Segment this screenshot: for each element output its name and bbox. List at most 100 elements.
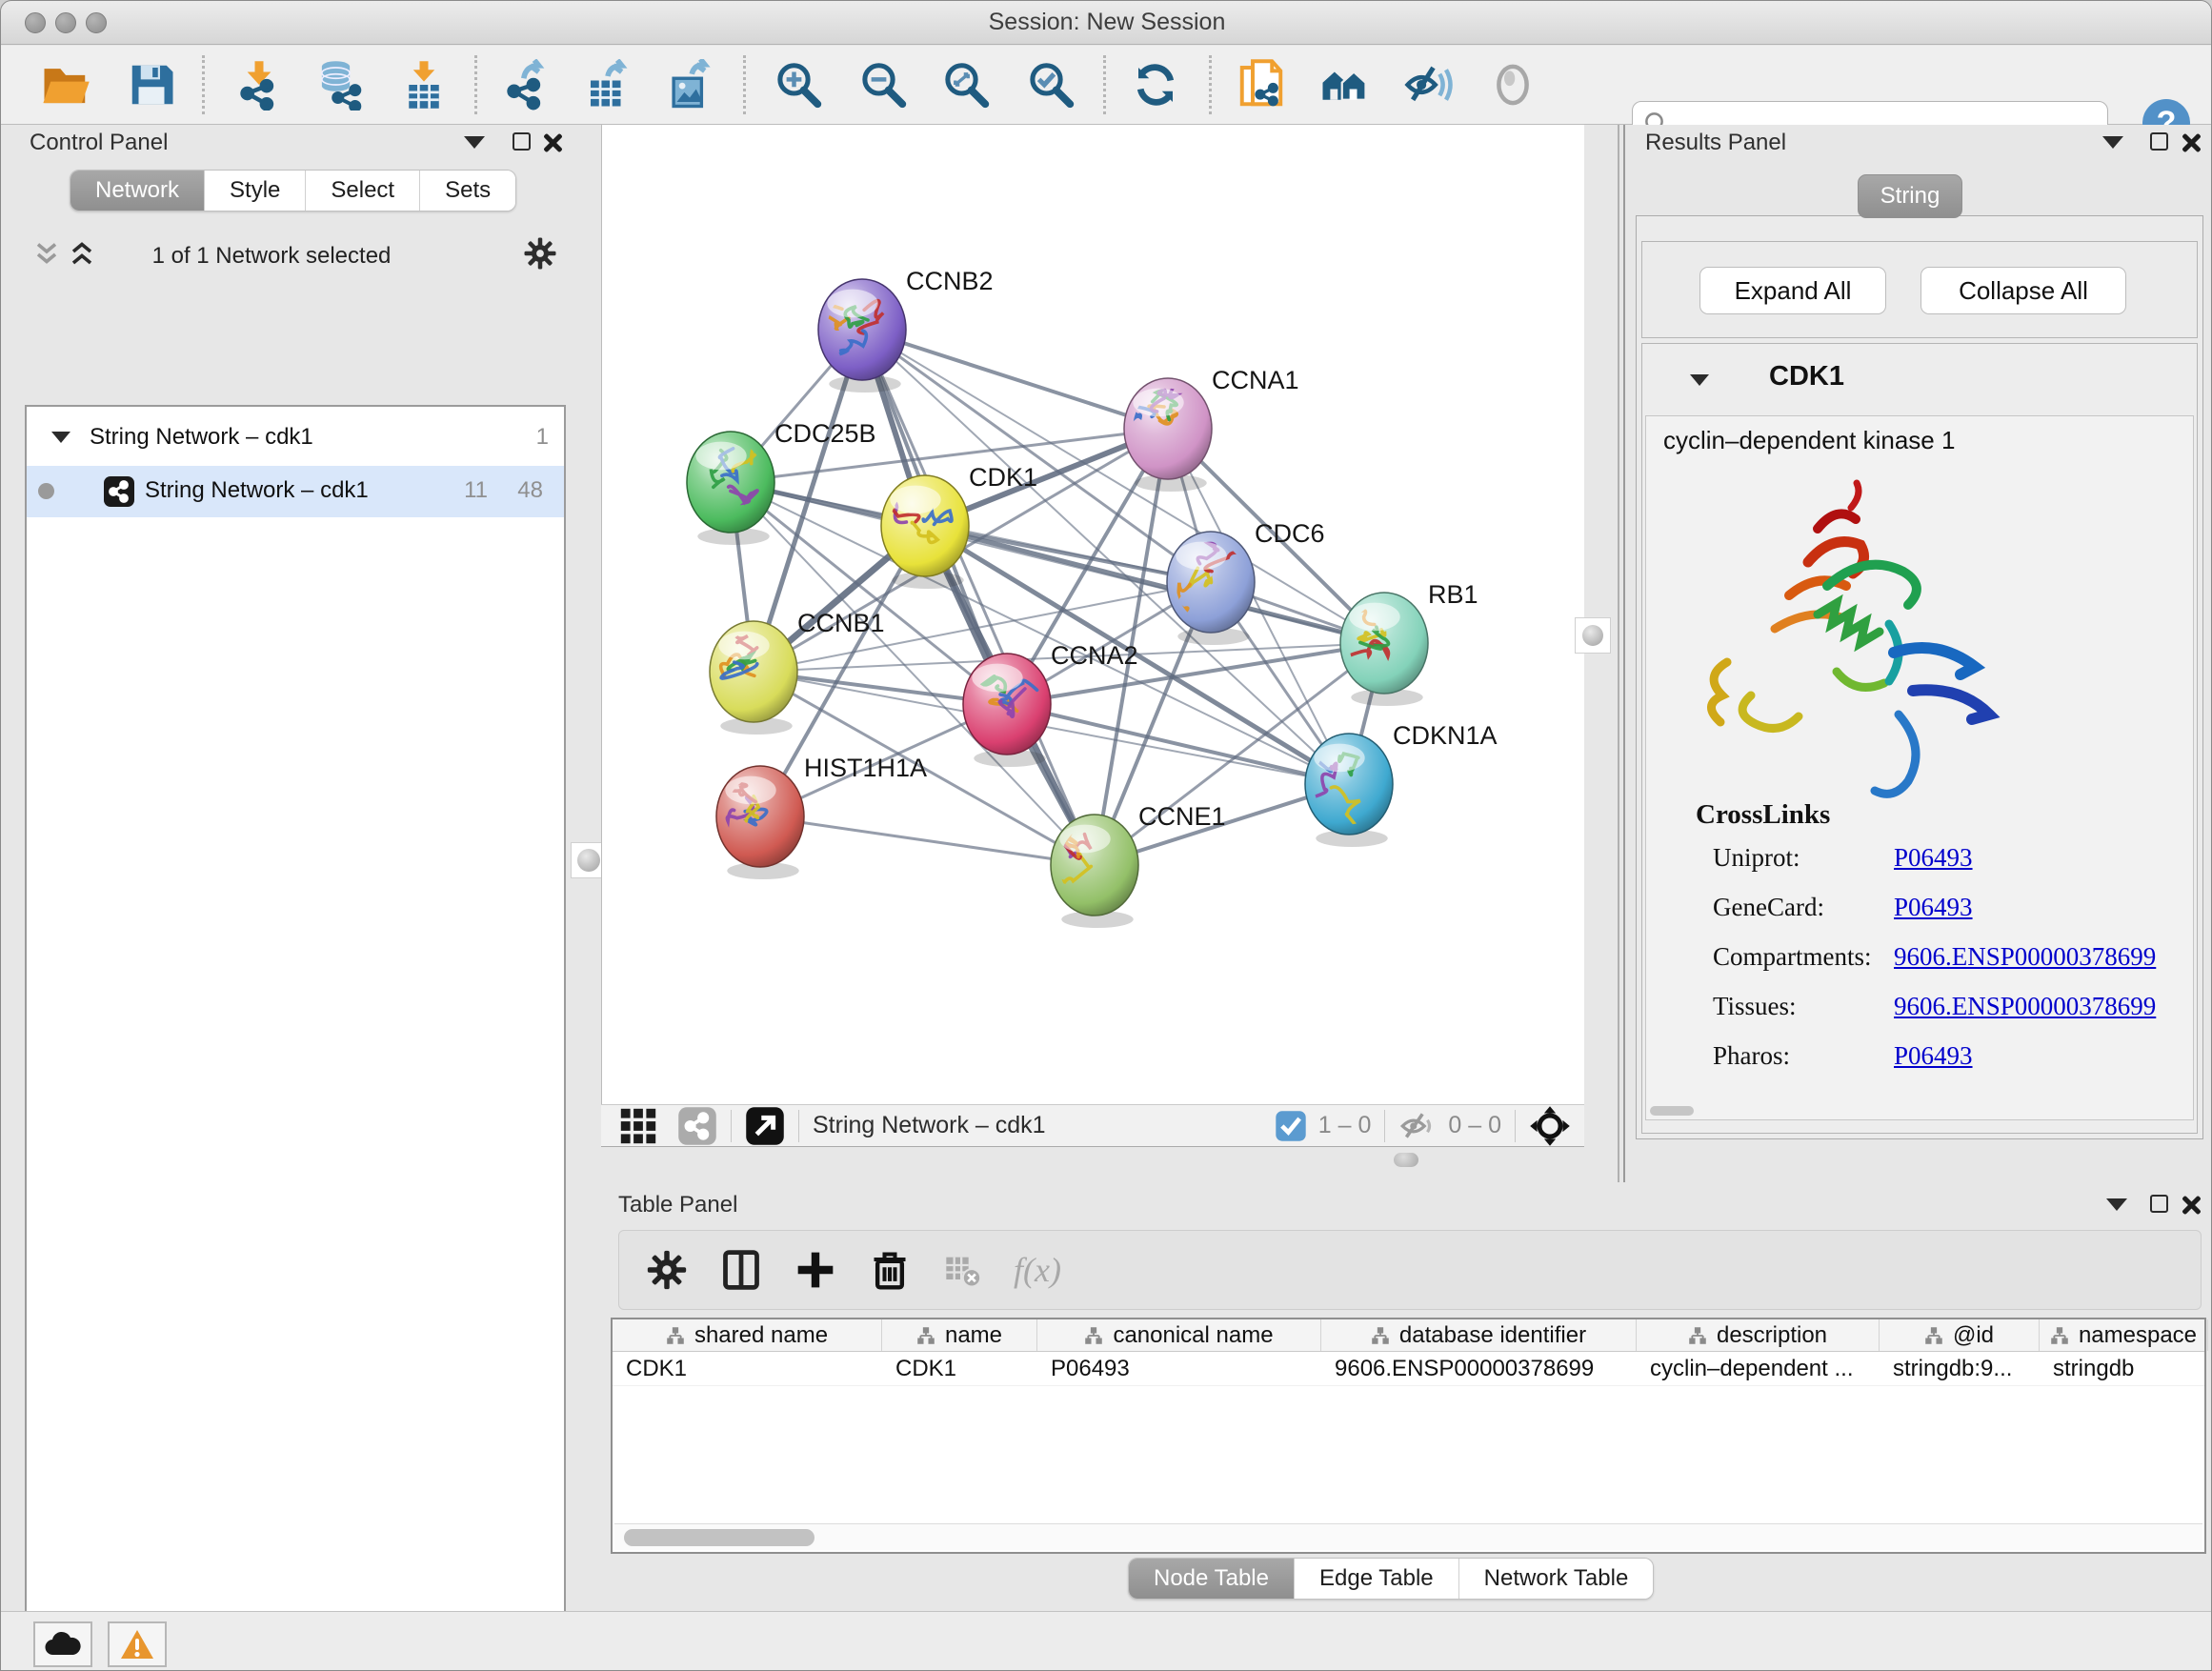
column-header-database-identifier[interactable]: database identifier (1321, 1319, 1637, 1351)
scrollbar-thumb[interactable] (624, 1529, 814, 1546)
table-row[interactable]: CDK1CDK1P064939606.ENSP00000378699cyclin… (613, 1352, 2204, 1386)
table-cell[interactable]: CDK1 (613, 1352, 882, 1385)
birdseye-view-icon[interactable] (745, 1106, 785, 1146)
column-type-icon (1688, 1327, 1707, 1344)
add-column-plus-icon[interactable] (794, 1249, 836, 1291)
tab-style[interactable]: Style (205, 171, 306, 211)
network-graph[interactable]: CCNB2CCNA1CDC25BCDK1CDC6RB1CCNB1CCNA2CDK… (602, 125, 1584, 1104)
open-session-button[interactable] (38, 57, 93, 112)
collapse-all-button[interactable]: Collapse All (1920, 267, 2126, 314)
table-cell[interactable]: stringdb (2040, 1352, 2208, 1385)
crosslink-link[interactable]: P06493 (1894, 893, 1973, 922)
export-network-button[interactable] (498, 57, 553, 112)
panel-menu-icon[interactable] (2102, 136, 2123, 149)
tab-sets[interactable]: Sets (420, 171, 515, 211)
network-node-CCNB2[interactable]: CCNB2 (818, 267, 994, 393)
network-node-CDKN1A[interactable]: CDKN1A (1278, 721, 1497, 847)
crosslink-row: GeneCard:P06493 (1713, 893, 2161, 922)
zoom-fit-icon (940, 59, 992, 111)
panel-menu-icon[interactable] (2106, 1198, 2127, 1211)
column-header-shared-name[interactable]: shared name (613, 1319, 882, 1351)
table-cell[interactable]: stringdb:9... (1880, 1352, 2040, 1385)
network-node-CDC6[interactable]: CDC6 (1167, 519, 1325, 645)
network-edge-CCNB2-CCNE1[interactable] (862, 330, 1095, 865)
column-header-description[interactable]: description (1637, 1319, 1880, 1351)
warnings-button[interactable] (108, 1621, 167, 1667)
crosslink-link[interactable]: P06493 (1894, 1041, 1973, 1071)
table-cell[interactable]: CDK1 (882, 1352, 1037, 1385)
export-table-button[interactable] (580, 57, 635, 112)
panel-menu-icon[interactable] (464, 136, 485, 149)
network-node-CDC25B[interactable]: CDC25B (687, 419, 876, 545)
zoom-out-button[interactable] (855, 57, 911, 112)
table-settings-gear-icon[interactable] (646, 1249, 688, 1291)
tab-select[interactable]: Select (306, 171, 420, 211)
first-neighbors-button[interactable] (1317, 57, 1372, 112)
main-toolbar: ? (1, 46, 2212, 125)
crosslink-link[interactable]: 9606.ENSP00000378699 (1894, 942, 2156, 972)
import-table-from-file-button[interactable] (396, 57, 452, 112)
crosslink-row: Tissues:9606.ENSP00000378699 (1713, 992, 2161, 1021)
fit-center-crosshair-icon[interactable] (1529, 1105, 1571, 1147)
network-row-selected[interactable]: String Network – cdk1 11 48 (27, 466, 564, 517)
hide-selected-button[interactable] (1401, 57, 1457, 112)
column-header-name[interactable]: name (882, 1319, 1037, 1351)
tree-collapse-icon[interactable] (51, 432, 70, 443)
import-network-from-file-button[interactable] (231, 57, 287, 112)
delete-trash-icon[interactable] (869, 1249, 911, 1291)
show-columns-icon[interactable] (720, 1249, 762, 1291)
toolbar-separator (1384, 1110, 1385, 1142)
zoom-fit-button[interactable] (938, 57, 994, 112)
tab-network[interactable]: Network (70, 171, 205, 211)
network-options-gear-icon[interactable] (523, 236, 557, 271)
crosslink-link[interactable]: 9606.ENSP00000378699 (1894, 992, 2156, 1021)
new-network-from-selection-button[interactable] (1234, 57, 1289, 112)
results-splitter-handle[interactable] (1575, 617, 1611, 654)
column-header-id[interactable]: @id (1880, 1319, 2040, 1351)
save-session-button[interactable] (124, 57, 179, 112)
show-all-button[interactable] (1485, 57, 1540, 112)
table-cell[interactable]: cyclin–dependent ... (1637, 1352, 1880, 1385)
tab-network-table[interactable]: Network Table (1459, 1559, 1654, 1599)
export-image-button[interactable] (662, 57, 717, 112)
network-node-CCNE1[interactable]: CCNE1 (1048, 802, 1225, 928)
splitter-handle[interactable] (1394, 1153, 1418, 1167)
network-node-HIST1H1A[interactable]: HIST1H1A (716, 754, 927, 879)
column-header-canonical-name[interactable]: canonical name (1037, 1319, 1321, 1351)
network-collection-row[interactable]: String Network – cdk1 1 (27, 413, 564, 464)
column-header-namespace[interactable]: namespace (2040, 1319, 2208, 1351)
node-table: shared namenamecanonical name database id… (611, 1318, 2206, 1554)
network-node-CCNA2[interactable]: CCNA2 (963, 641, 1138, 767)
import-network-from-database-button[interactable] (312, 57, 368, 112)
zoom-selected-button[interactable] (1023, 57, 1078, 112)
tab-edge-table[interactable]: Edge Table (1295, 1559, 1459, 1599)
crosslink-link[interactable]: P06493 (1894, 843, 1973, 873)
results-scrollbar-thumb[interactable] (1650, 1106, 1694, 1116)
column-label: database identifier (1399, 1322, 1586, 1349)
network-edge-HIST1H1A-CCNE1[interactable] (760, 816, 1095, 865)
apply-layout-button[interactable] (1128, 57, 1183, 112)
float-panel-button[interactable] (2150, 1195, 2168, 1213)
collapse-protein-icon[interactable] (1690, 374, 1709, 386)
cloud-status-button[interactable] (33, 1621, 92, 1667)
selected-checkbox-icon[interactable] (1275, 1110, 1307, 1142)
grid-view-icon[interactable] (618, 1106, 658, 1146)
table-cell[interactable]: 9606.ENSP00000378699 (1321, 1352, 1637, 1385)
network-edge-CCNB2-CCNA1[interactable] (862, 330, 1168, 429)
node-label-HIST1H1A: HIST1H1A (804, 754, 927, 782)
network-share-gray-icon[interactable] (677, 1106, 717, 1146)
float-panel-button[interactable] (513, 132, 531, 151)
network-node-CCNB1[interactable]: CCNB1 (710, 609, 885, 735)
network-edge-CCNA2-CDKN1A[interactable] (1007, 704, 1349, 784)
table-cell[interactable]: P06493 (1037, 1352, 1321, 1385)
float-panel-button[interactable] (2150, 132, 2168, 151)
zoom-in-button[interactable] (771, 57, 826, 112)
results-panel-title: Results Panel (1645, 130, 1786, 156)
table-horizontal-scrollbar[interactable] (614, 1523, 2202, 1550)
network-node-RB1[interactable]: RB1 (1340, 580, 1478, 706)
tab-string[interactable]: String (1858, 174, 1962, 218)
tab-node-table[interactable]: Node Table (1129, 1559, 1295, 1599)
expand-all-button[interactable]: Expand All (1699, 267, 1886, 314)
current-network-dot-icon (38, 483, 54, 499)
refresh-icon (1130, 59, 1181, 111)
